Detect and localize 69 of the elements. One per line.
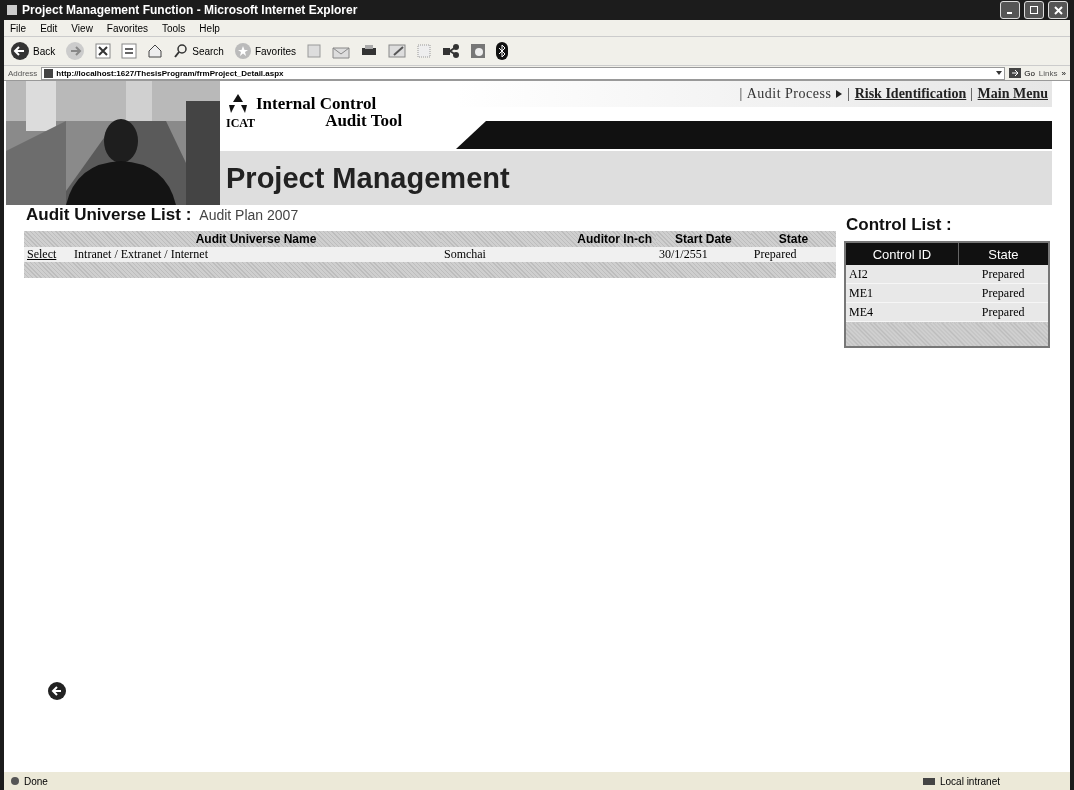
- maximize-button[interactable]: [1024, 1, 1044, 19]
- page-icon: [44, 68, 54, 78]
- triangle-icon: [835, 89, 844, 99]
- table-cell: 30/1/2551: [656, 247, 751, 262]
- address-label: Address: [8, 68, 38, 78]
- section-title: Audit Universe List :: [26, 205, 192, 225]
- table-cell: Prepared: [750, 247, 836, 262]
- bluetooth-icon[interactable]: [496, 42, 509, 60]
- nav-separator: |: [739, 86, 743, 102]
- app-subtitle: Audit Tool: [325, 111, 403, 131]
- menu-item[interactable]: View: [71, 22, 93, 34]
- column-header: Audit Universe Name: [71, 231, 441, 247]
- share-icon[interactable]: [442, 43, 461, 59]
- column-header: [24, 231, 72, 247]
- window-title: Project Management Function - Microsoft Internet Explorer: [22, 3, 359, 17]
- edit-icon[interactable]: [388, 43, 407, 59]
- column-header: Start Date: [656, 231, 751, 247]
- column-header: Control ID: [845, 242, 959, 265]
- page-icon: [10, 776, 20, 786]
- nav-label: Audit Process: [746, 86, 832, 102]
- stop-icon[interactable]: [95, 43, 112, 59]
- back-button[interactable]: Back: [10, 41, 56, 61]
- close-button[interactable]: [1048, 1, 1068, 19]
- favorites-button[interactable]: Favorites: [233, 42, 297, 60]
- maximize-icon: [1030, 6, 1038, 14]
- minimize-button[interactable]: [1000, 1, 1020, 19]
- status-text: Done: [24, 775, 48, 787]
- network-icon: [921, 776, 936, 786]
- column-header: State: [958, 242, 1049, 265]
- menu-item[interactable]: Help: [199, 22, 220, 34]
- table-cell: AI2: [845, 265, 959, 284]
- more-links-button[interactable]: »: [1061, 68, 1066, 78]
- recycle-icon: [226, 93, 250, 115]
- back-button[interactable]: [48, 682, 66, 700]
- search-button[interactable]: Search: [173, 43, 224, 59]
- app-title: Internal Control: [256, 94, 377, 114]
- table-cell: ME1: [845, 283, 959, 303]
- nav-link[interactable]: Risk Identification: [854, 86, 967, 102]
- nav-link[interactable]: Main Menu: [977, 86, 1048, 102]
- logo-text: ICAT: [226, 115, 256, 131]
- dropdown-caret-icon: [996, 70, 1003, 76]
- menu-item[interactable]: Edit: [40, 22, 58, 34]
- zone-text: Local intranet: [939, 775, 1000, 787]
- table-cell: Somchai: [440, 247, 656, 262]
- home-icon[interactable]: [147, 43, 164, 59]
- menu-item[interactable]: Tools: [162, 22, 186, 34]
- menu-item[interactable]: Favorites: [106, 22, 148, 34]
- table-cell: ME4: [845, 302, 959, 322]
- table-cell: Prepared: [958, 302, 1049, 322]
- nav-separator: |: [970, 86, 974, 102]
- go-button[interactable]: Go: [1009, 68, 1035, 78]
- nav-separator: |: [847, 86, 851, 102]
- browser-icon: [6, 4, 18, 16]
- column-header: Auditor In-ch: [440, 231, 656, 247]
- section-title: Control List :: [846, 215, 952, 235]
- column-header: State: [750, 231, 836, 247]
- table-cell: Intranet / Extranet / Internet: [71, 247, 441, 262]
- go-arrow-icon: [1009, 68, 1022, 78]
- address-field[interactable]: http://localhost:1627/ThesisProgram/frmProject_Detail.aspx: [41, 66, 1006, 80]
- close-icon: [1053, 5, 1063, 15]
- search-icon: [173, 43, 190, 59]
- section-subtitle: Audit Plan 2007: [199, 207, 299, 223]
- arrow-icon: [51, 685, 63, 697]
- page-title: Project Management: [226, 161, 510, 195]
- menu-item[interactable]: File: [10, 22, 27, 34]
- forward-icon[interactable]: [65, 41, 86, 61]
- table-cell: Prepared: [958, 265, 1049, 284]
- table-cell: Prepared: [958, 283, 1049, 303]
- links-button[interactable]: Links: [1038, 68, 1058, 78]
